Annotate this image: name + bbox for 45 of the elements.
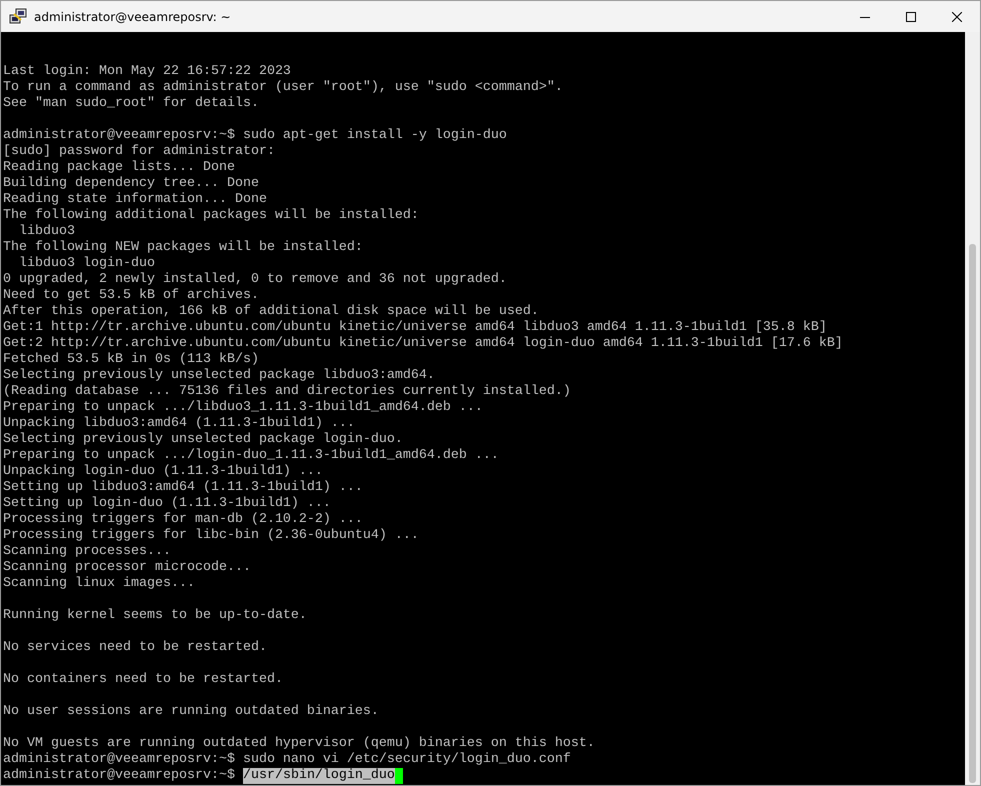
terminal-line: libduo3 login-duo: [18, 256, 156, 272]
terminal-line: No containers need to be restarted.: [3, 672, 284, 688]
terminal-line: Preparing to unpack .../libduo3_1.11.3-1build1_amd64.deb ...: [3, 400, 484, 416]
terminal-line: Processing triggers for man-db (2.10.2-2) ...: [3, 512, 364, 528]
terminal-line: No VM guests are running outdated hypervisor (qemu) binaries on this host.: [3, 736, 596, 752]
terminal-line: Preparing to unpack .../login-duo_1.11.3-1build1_amd64.deb ...: [3, 448, 500, 464]
terminal-line: [sudo] password for administrator:: [3, 144, 276, 160]
terminal-line: The following NEW packages will be installed:: [3, 240, 364, 256]
terminal-line: Setting up libduo3:amd64 (1.11.3-1build1) ...: [3, 480, 364, 496]
terminal-line: Last login: Mon May 22 16:57:22 2023: [3, 64, 292, 80]
maximize-icon: [906, 12, 916, 22]
terminal-line: Unpacking login-duo (1.11.3-1build1) ...: [3, 464, 324, 480]
terminal-line: 0 upgraded, 2 newly installed, 0 to remove and 36 not upgraded.: [3, 272, 508, 288]
terminal-line: Setting up login-duo (1.11.3-1build1) ...: [3, 496, 332, 512]
window-title: administrator@veeamreposrv: ~: [34, 10, 231, 24]
terminal-line: See "man sudo_root" for details.: [3, 96, 260, 112]
terminal-line: Scanning processes...: [3, 544, 172, 560]
terminal-line: Running kernel seems to be up-to-date.: [3, 608, 308, 624]
terminal-line: administrator@veeamreposrv:~$ sudo nano vi /etc/security/login_duo.conf: [3, 752, 572, 768]
terminal-line: (Reading database ... 75136 files and directories currently installed.): [3, 384, 572, 400]
terminal-line: Selecting previously unselected package login-duo.: [3, 432, 404, 448]
terminal-line: After this operation, 166 kB of additional disk space will be used.: [3, 304, 540, 320]
terminal-line: To run a command as administrator (user "root"), use "sudo <command>".: [3, 80, 564, 96]
terminal-line: Selecting previously unselected package libduo3:amd64.: [3, 368, 436, 384]
terminal-line: libduo3: [18, 224, 76, 240]
terminal-line: Get:1 http://tr.archive.ubuntu.com/ubuntu kinetic/universe amd64 libduo3 amd64 1.11.3-1build1 [35.8 kB]: [3, 320, 828, 336]
terminal-line: Fetched 53.5 kB in 0s (113 kB/s): [3, 352, 260, 368]
terminal-line: Processing triggers for libc-bin (2.36-0ubuntu4) ...: [3, 528, 420, 544]
close-icon: [952, 12, 962, 22]
terminal-line: Scanning linux images...: [3, 576, 196, 592]
selected-text: /usr/sbin/login_duo: [242, 768, 395, 784]
terminal-line: Need to get 53.5 kB of archives.: [3, 288, 260, 304]
terminal-line: administrator@veeamreposrv:~$ sudo apt-get install -y login-duo: [3, 128, 508, 144]
terminal-line: Get:2 http://tr.archive.ubuntu.com/ubuntu kinetic/universe amd64 login-duo amd64 1.11.3-1build1 [17.6 kB]: [3, 336, 844, 352]
terminal-line: Building dependency tree... Done: [3, 176, 260, 192]
terminal-line: Unpacking libduo3:amd64 (1.11.3-1build1) ...: [3, 416, 356, 432]
computer-icon: [9, 8, 27, 26]
terminal-line: Reading package lists... Done: [3, 160, 236, 176]
scrollbar-thumb[interactable]: [969, 244, 976, 783]
terminal-line: Scanning processor microcode...: [3, 560, 252, 576]
terminal-line: No user sessions are running outdated binaries.: [3, 704, 380, 720]
terminal-line: Reading state information... Done: [3, 192, 268, 208]
terminal-line: No services need to be restarted.: [3, 640, 268, 656]
prompt-text: administrator@veeamreposrv:~$: [3, 768, 236, 784]
terminal-line: The following additional packages will be installed:: [3, 208, 420, 224]
